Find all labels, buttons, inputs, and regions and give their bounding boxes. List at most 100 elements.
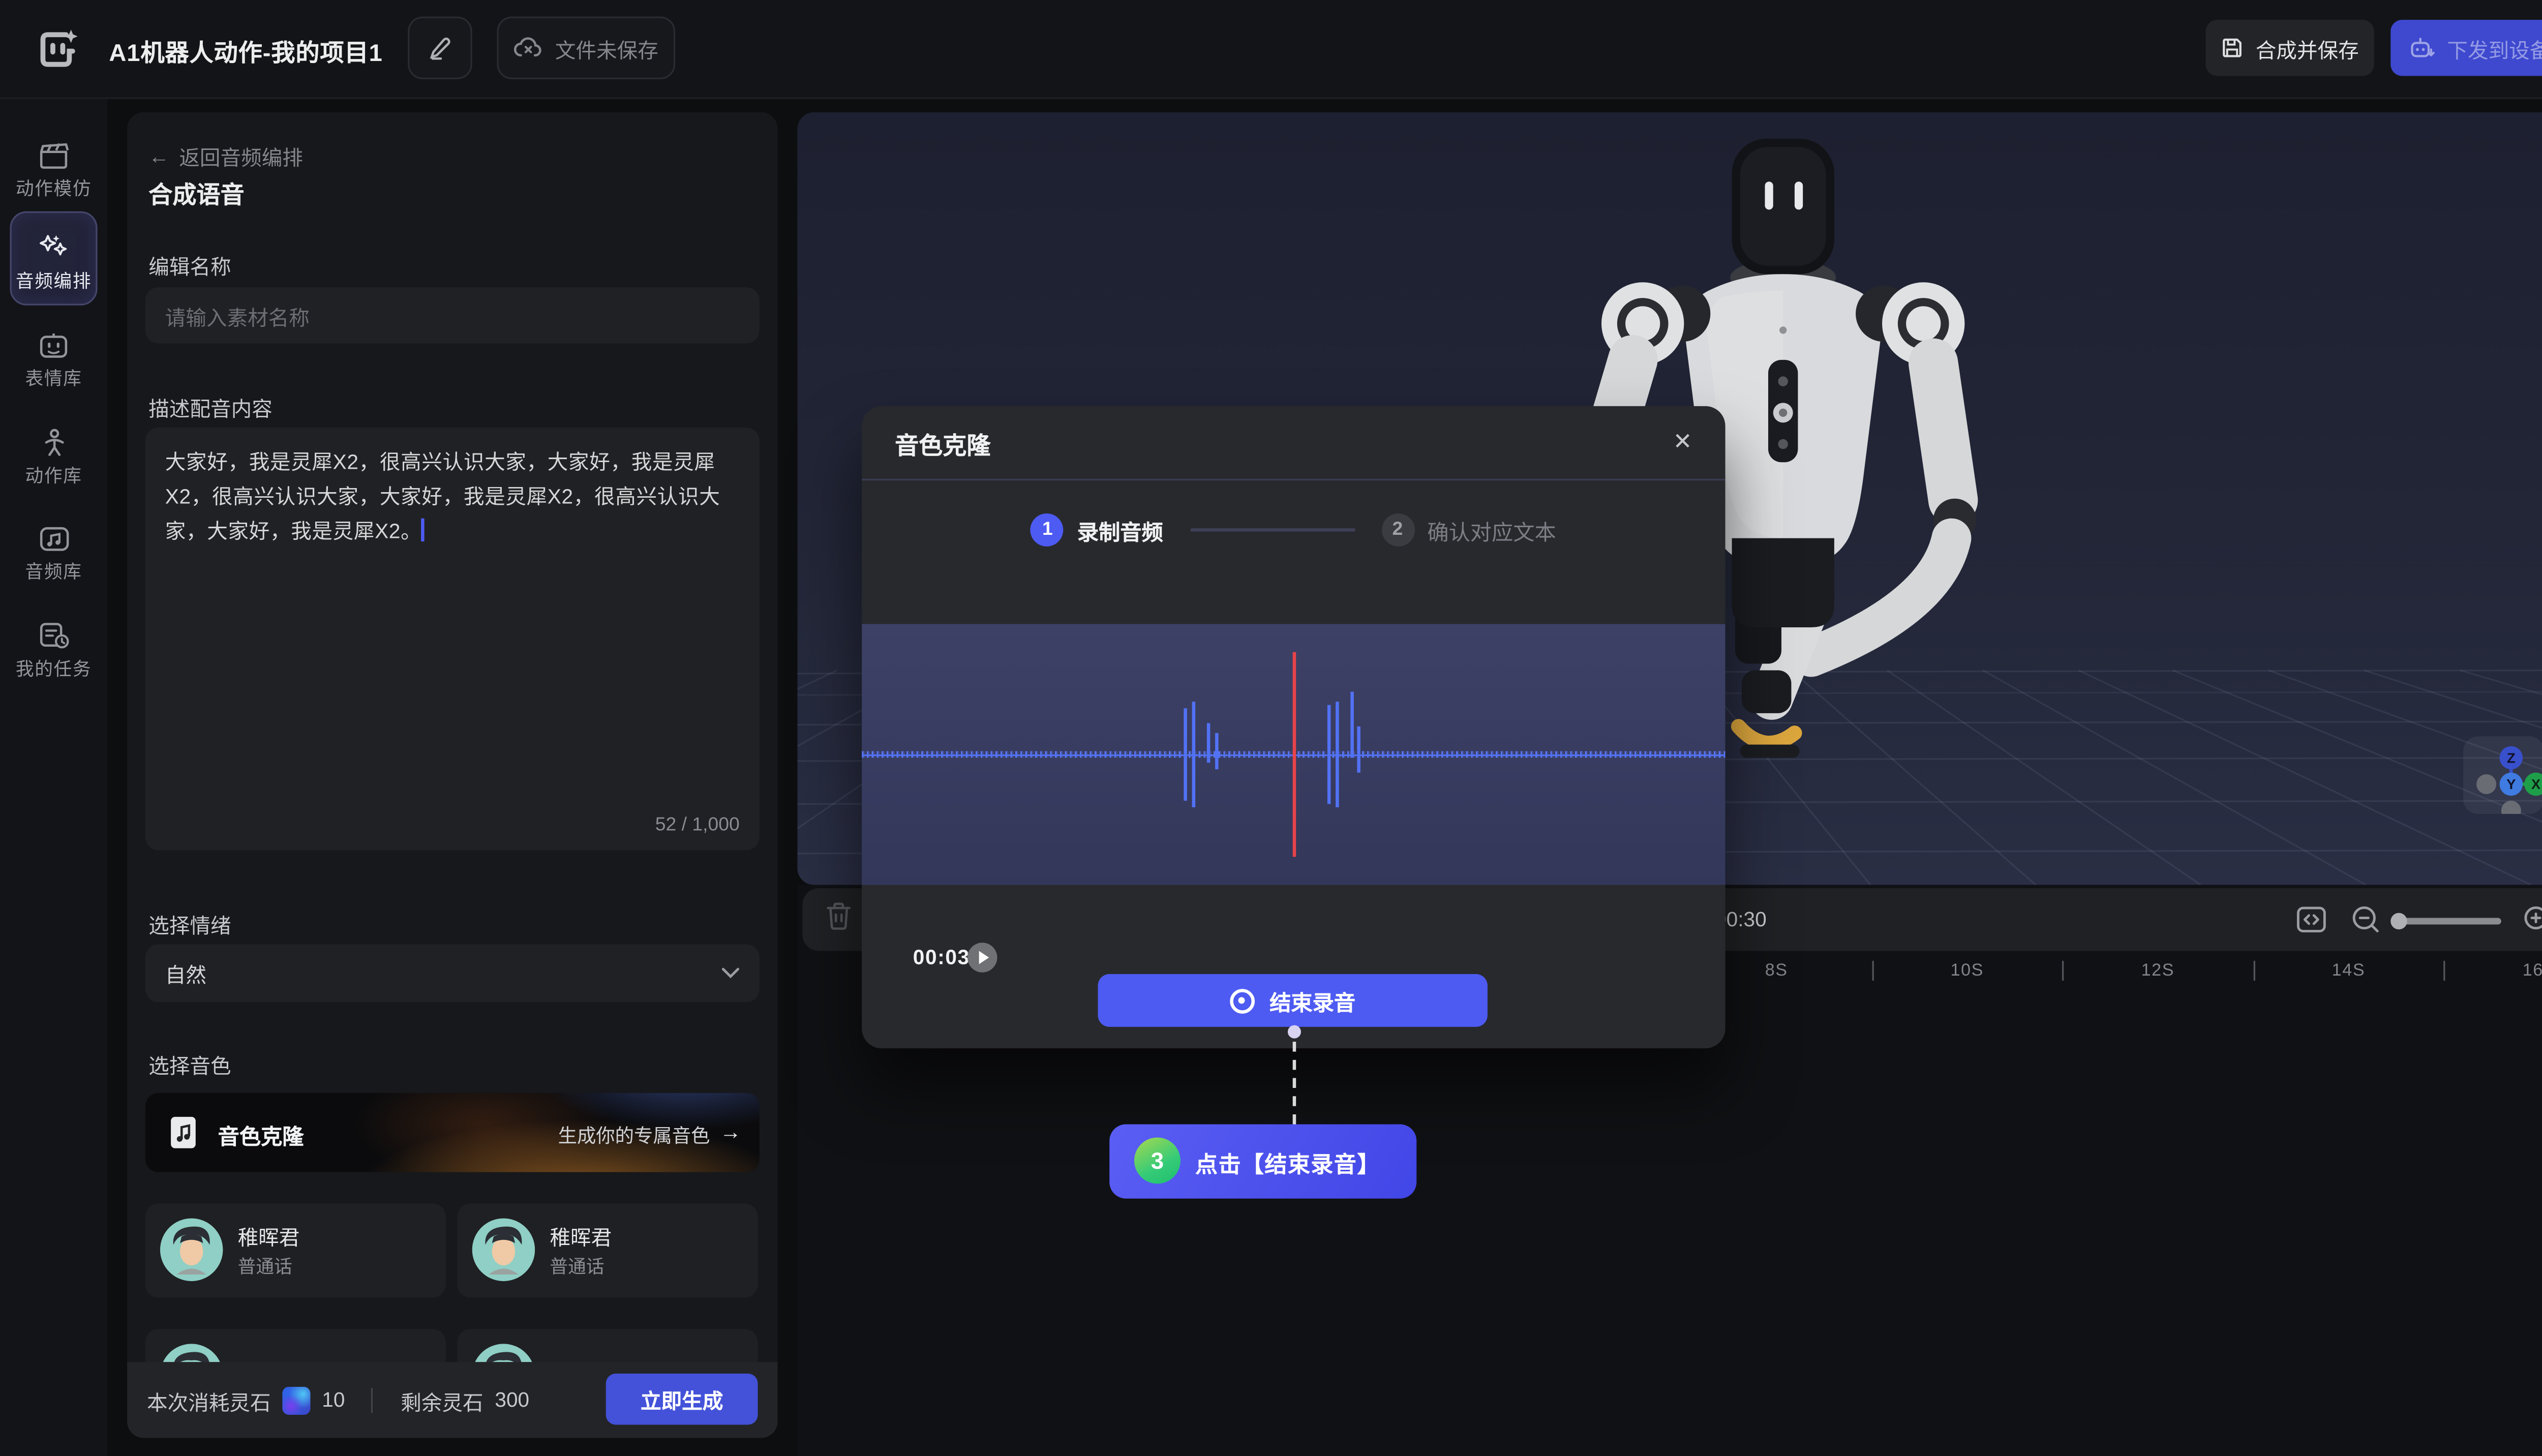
sparkles-icon — [37, 233, 70, 262]
voice-avatar — [160, 1219, 223, 1281]
sidebar-item-motion-mimic[interactable]: 动作模仿 — [0, 142, 107, 201]
step-indicator: 1 录制音频 2 确认对应文本 — [862, 508, 1725, 551]
slider-handle[interactable] — [2390, 912, 2407, 928]
app-window: A1机器人动作-我的项目1 文件未保存 合成并保存 下发到设备 动作模仿 音频编… — [0, 0, 2542, 1456]
name-field-label: 编辑名称 — [148, 249, 231, 281]
rename-button[interactable] — [408, 16, 472, 79]
recording-timer: 00:03 — [913, 946, 970, 969]
modal-title: 音色克隆 — [895, 428, 990, 462]
delete-clip-button[interactable] — [826, 901, 852, 931]
emotion-field-label: 选择情绪 — [148, 908, 231, 939]
modal-divider — [862, 479, 1725, 480]
step-2-label: 确认对应文本 — [1427, 514, 1556, 546]
generate-button-label: 立即生成 — [641, 1383, 723, 1415]
coach-anchor-dot — [1288, 1025, 1301, 1039]
voice-dialect: 普通话 — [238, 1253, 292, 1280]
gizmo-z-label: Z — [2507, 750, 2516, 766]
sidebar-item-label: 我的任务 — [0, 655, 107, 682]
file-status-label: 文件未保存 — [555, 32, 658, 64]
voice-dialect: 普通话 — [550, 1253, 604, 1280]
coach-tooltip: 3 点击【结束录音】 — [1109, 1124, 1416, 1198]
emotion-selected-value: 自然 — [165, 957, 206, 989]
save-button[interactable]: 合成并保存 — [2206, 20, 2374, 76]
voice-card[interactable]: 稚晖君 普通话 — [458, 1203, 758, 1297]
voice-avatar — [472, 1219, 535, 1281]
step-1-label: 录制音频 — [1077, 514, 1163, 546]
sidebar-item-label: 音频编排 — [0, 267, 107, 294]
arrow-right-icon: → — [720, 1119, 741, 1144]
sidebar-item-audio-arrange[interactable]: 音频编排 — [0, 233, 107, 294]
footer-divider: │ — [367, 1388, 379, 1411]
step-2-badge: 2 — [1381, 513, 1414, 547]
cloud-unsaved-icon — [514, 36, 543, 59]
recording-waveform — [862, 624, 1725, 885]
sidebar-item-label: 动作模仿 — [0, 175, 107, 201]
ruler-label: 16S — [2523, 961, 2542, 981]
stop-recording-button[interactable]: 结束录音 — [1098, 974, 1488, 1027]
voiceover-text-input[interactable]: 大家好，我是灵犀X2，很高兴认识大家，大家好，我是灵犀X2，很高兴认识大家，大家… — [145, 428, 760, 850]
zoom-out-icon[interactable] — [2348, 901, 2384, 937]
voice-clone-banner-cta: 生成你的专属音色 — [558, 1123, 710, 1149]
view-gizmo[interactable]: Z Y X — [2463, 736, 2542, 814]
voice-name: 稚晖君 — [550, 1220, 612, 1252]
ruler-label: 14S — [2332, 961, 2366, 981]
gizmo-x-label: X — [2531, 776, 2541, 792]
person-icon — [39, 428, 68, 457]
gizmo-negx-handle — [2476, 774, 2496, 794]
char-counter: 52 / 1,000 — [655, 815, 740, 835]
robot-face-icon — [38, 332, 70, 360]
sidebar-item-audio-library[interactable]: 音频库 — [0, 525, 107, 585]
audio-library-icon — [37, 525, 70, 553]
timeline-zoom-slider[interactable] — [2392, 917, 2501, 924]
sidebar-item-my-tasks[interactable]: 我的任务 — [0, 621, 107, 682]
ruler-tick — [2063, 961, 2064, 981]
ruler-label: 8S — [1765, 961, 1788, 981]
remain-value: 300 — [495, 1388, 529, 1411]
coach-dashed-line — [1293, 1042, 1296, 1124]
synthesis-panel: ← 返回音频编排 合成语音 编辑名称 请输入素材名称 描述配音内容 大家好，我是… — [127, 112, 777, 1438]
sidebar-item-motion-library[interactable]: 动作库 — [0, 428, 107, 489]
fit-timeline-icon[interactable] — [2293, 901, 2329, 937]
save-icon — [2221, 36, 2244, 59]
gem-icon — [282, 1386, 310, 1414]
music-file-icon — [167, 1114, 203, 1150]
voice-card[interactable]: 稚晖君 普通话 — [145, 1203, 446, 1297]
zoom-in-icon[interactable] — [2520, 901, 2542, 937]
chevron-down-icon — [721, 967, 740, 979]
back-arrow-icon: ← — [148, 144, 169, 167]
voice-field-label: 选择音色 — [148, 1048, 231, 1080]
emotion-select[interactable]: 自然 — [145, 945, 760, 1003]
file-status-pill: 文件未保存 — [497, 16, 675, 79]
material-name-placeholder: 请输入素材名称 — [165, 299, 310, 331]
gizmo-y-label: Y — [2506, 776, 2516, 792]
text-caret — [421, 519, 425, 541]
material-name-input[interactable]: 请输入素材名称 — [145, 287, 760, 343]
generation-cost-footer: 本次消耗灵石 10 │ 剩余灵石 300 立即生成 — [127, 1362, 777, 1438]
voice-clone-modal: 音色克隆 ✕ 1 录制音频 2 确认对应文本 00:03 结束录 — [862, 406, 1725, 1048]
sidebar-item-label: 表情库 — [0, 365, 107, 391]
sidebar-item-label: 音频库 — [0, 558, 107, 585]
sidebar-item-expression-library[interactable]: 表情库 — [0, 332, 107, 391]
panel-title: 合成语音 — [148, 176, 244, 211]
back-link-label: 返回音频编排 — [179, 140, 303, 172]
ruler-tick — [2444, 961, 2445, 981]
ruler-label: 10S — [1950, 961, 1984, 981]
project-title: A1机器人动作-我的项目1 — [109, 35, 383, 69]
pencil-icon — [428, 36, 452, 60]
generate-now-button[interactable]: 立即生成 — [606, 1374, 758, 1425]
ruler-tick — [1872, 961, 1873, 981]
coach-tooltip-text: 点击【结束录音】 — [1195, 1146, 1380, 1179]
voice-name: 稚晖君 — [238, 1220, 300, 1252]
close-icon[interactable]: ✕ — [1666, 424, 1699, 459]
deploy-to-device-button[interactable]: 下发到设备 — [2390, 20, 2542, 76]
top-bar: A1机器人动作-我的项目1 文件未保存 合成并保存 下发到设备 — [0, 0, 2542, 99]
remain-label: 剩余灵石 — [401, 1384, 483, 1416]
consume-value: 10 — [322, 1388, 345, 1411]
play-button[interactable] — [967, 943, 997, 972]
ruler-label: 12S — [2141, 961, 2175, 981]
sidebar-item-label: 动作库 — [0, 462, 107, 489]
back-to-audio-arrange-link[interactable]: ← 返回音频编排 — [148, 140, 303, 172]
voiceover-text-value: 大家好，我是灵犀X2，很高兴认识大家，大家好，我是灵犀X2，很高兴认识大家，大家… — [165, 451, 720, 543]
voice-clone-banner[interactable]: 音色克隆 生成你的专属音色 → — [145, 1093, 760, 1172]
app-logo-icon — [33, 26, 79, 73]
